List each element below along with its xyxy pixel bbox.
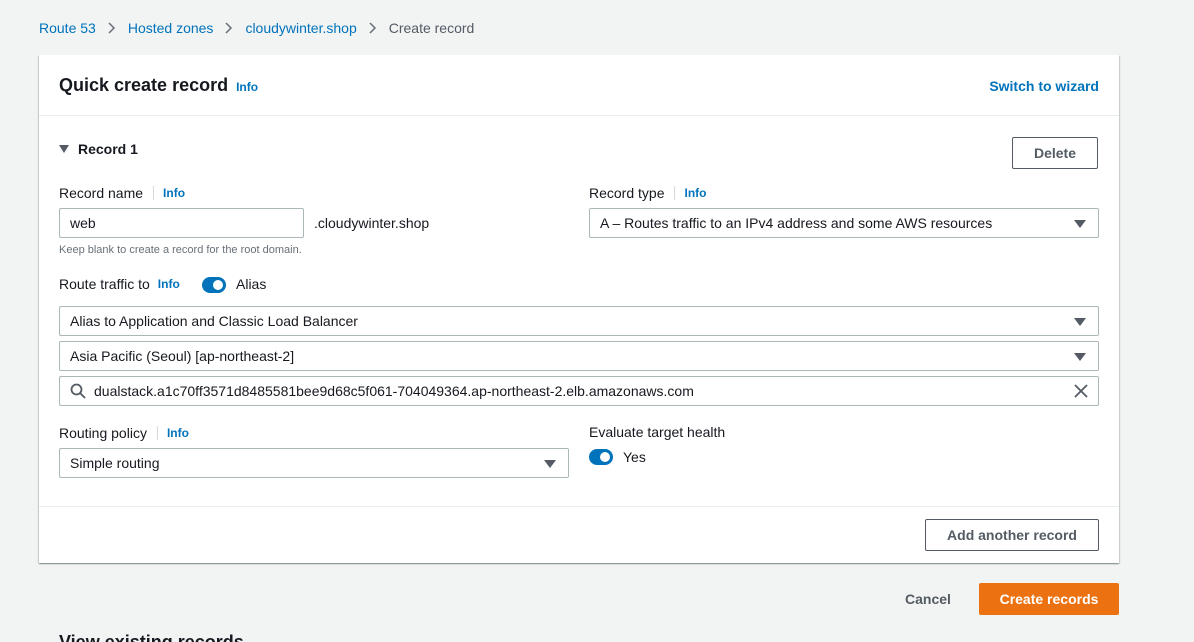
record-heading: Record 1 <box>78 141 138 157</box>
switch-to-wizard-link[interactable]: Switch to wizard <box>989 78 1099 94</box>
breadcrumb-hosted-zones[interactable]: Hosted zones <box>128 20 214 36</box>
label-divider <box>674 186 676 200</box>
clear-icon[interactable] <box>1074 384 1088 398</box>
page-title-text: Quick create record <box>59 75 229 95</box>
record-type-label: Record type Info <box>589 185 706 201</box>
routing-policy-select[interactable]: Simple routing <box>59 448 569 478</box>
record-type-label-text: Record type <box>589 185 665 201</box>
routing-policy-value: Simple routing <box>70 455 160 471</box>
caret-down-icon <box>544 460 556 468</box>
record-name-label-text: Record name <box>59 185 144 201</box>
endpoint-select[interactable]: Alias to Application and Classic Load Ba… <box>59 306 1099 336</box>
route-traffic-info-link[interactable]: Info <box>158 277 180 291</box>
record-name-hint: Keep blank to create a record for the ro… <box>59 244 302 256</box>
region-value: Asia Pacific (Seoul) [ap-northeast-2] <box>70 348 295 364</box>
title-info-link[interactable]: Info <box>236 80 258 94</box>
add-another-record-button[interactable]: Add another record <box>925 519 1099 551</box>
caret-down-icon <box>1074 318 1086 326</box>
record-name-info-link[interactable]: Info <box>163 186 185 200</box>
chevron-right-icon <box>369 22 377 34</box>
record-name-value: web <box>70 215 96 231</box>
panel-divider <box>39 506 1119 507</box>
record-type-select[interactable]: A – Routes traffic to an IPv4 address an… <box>589 208 1099 238</box>
caret-down-icon <box>59 145 69 153</box>
target-health-value: Yes <box>623 449 646 465</box>
record-expander[interactable]: Record 1 <box>59 141 138 157</box>
alias-toggle[interactable] <box>202 277 226 293</box>
breadcrumb-current: Create record <box>388 20 475 36</box>
panel-header: Quick create record Info Switch to wizard <box>39 55 1119 116</box>
chevron-right-icon <box>108 22 116 34</box>
chevron-right-icon <box>225 22 233 34</box>
routing-policy-label-text: Routing policy <box>59 425 147 441</box>
route-traffic-label: Route traffic to Info <box>59 276 180 292</box>
target-health-label: Evaluate target health <box>589 424 726 440</box>
load-balancer-value: dualstack.a1c70ff3571d8485581bee9d68c5f0… <box>94 383 694 399</box>
record-type-info-link[interactable]: Info <box>684 186 706 200</box>
create-records-button[interactable]: Create records <box>979 583 1119 615</box>
label-divider <box>156 426 158 440</box>
label-divider <box>153 186 155 200</box>
record-type-value: A – Routes traffic to an IPv4 address an… <box>600 215 993 231</box>
region-select[interactable]: Asia Pacific (Seoul) [ap-northeast-2] <box>59 341 1099 371</box>
breadcrumb: Route 53 Hosted zones cloudywinter.shop … <box>39 18 474 38</box>
endpoint-value: Alias to Application and Classic Load Ba… <box>70 313 358 329</box>
routing-policy-label: Routing policy Info <box>59 425 189 441</box>
route-traffic-label-text: Route traffic to <box>59 276 150 292</box>
cancel-button[interactable]: Cancel <box>905 591 951 607</box>
search-icon <box>70 383 86 399</box>
caret-down-icon <box>1074 353 1086 361</box>
caret-down-icon <box>1074 220 1086 228</box>
target-health-toggle[interactable] <box>589 449 613 465</box>
record-name-label: Record name Info <box>59 185 185 201</box>
record-name-input[interactable]: web <box>59 208 304 238</box>
section-title-existing-records: View existing records <box>59 632 244 642</box>
routing-policy-info-link[interactable]: Info <box>167 426 189 440</box>
page-title: Quick create record Info <box>59 75 258 96</box>
quick-create-panel: Quick create record Info Switch to wizard… <box>39 55 1119 563</box>
domain-suffix: .cloudywinter.shop <box>314 215 430 231</box>
load-balancer-search[interactable]: dualstack.a1c70ff3571d8485581bee9d68c5f0… <box>59 376 1099 406</box>
breadcrumb-zone[interactable]: cloudywinter.shop <box>245 20 356 36</box>
delete-button[interactable]: Delete <box>1012 137 1098 169</box>
alias-label: Alias <box>236 276 267 292</box>
breadcrumb-route53[interactable]: Route 53 <box>39 20 96 36</box>
